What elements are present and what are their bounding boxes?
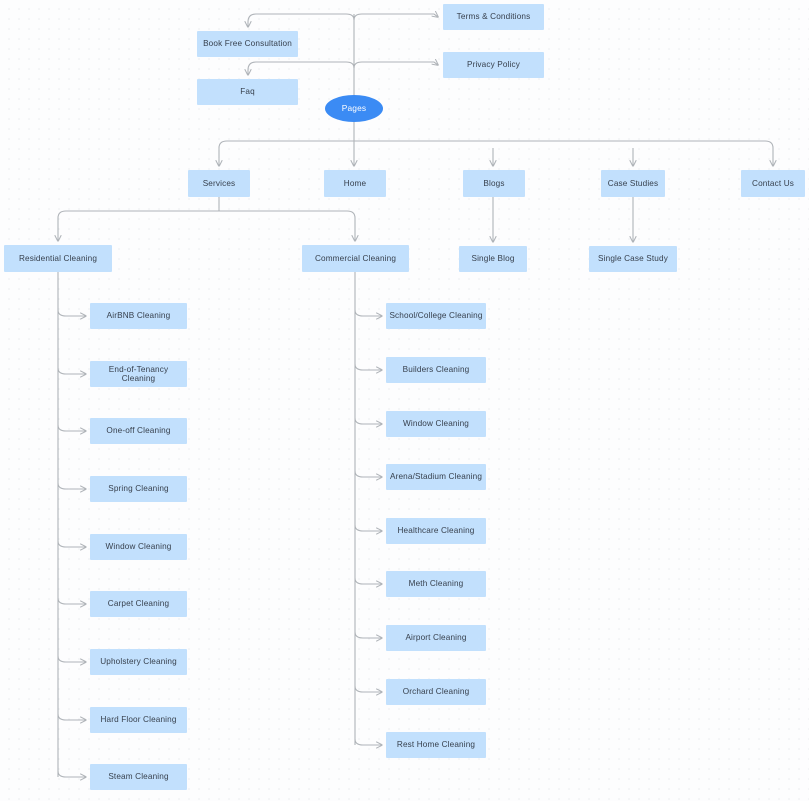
node-contact-us[interactable]: Contact Us (741, 170, 805, 197)
node-commercial-cleaning[interactable]: Commercial Cleaning (302, 245, 409, 272)
node-spring-cleaning[interactable]: Spring Cleaning (90, 476, 187, 502)
node-builders-cleaning[interactable]: Builders Cleaning (386, 357, 486, 383)
node-residential-cleaning[interactable]: Residential Cleaning (4, 245, 112, 272)
node-arena-stadium-cleaning[interactable]: Arena/Stadium Cleaning (386, 464, 486, 490)
node-window-cleaning[interactable]: Window Cleaning (386, 411, 486, 437)
node-meth-cleaning[interactable]: Meth Cleaning (386, 571, 486, 597)
node-one-off-cleaning[interactable]: One-off Cleaning (90, 418, 187, 444)
sitemap-canvas: Pages Terms & Conditions Privacy Policy … (0, 0, 809, 801)
node-steam-cleaning[interactable]: Steam Cleaning (90, 764, 187, 790)
node-airport-cleaning[interactable]: Airport Cleaning (386, 625, 486, 651)
node-end-of-tenancy-cleaning[interactable]: End-of-Tenancy Cleaning (90, 361, 187, 387)
node-single-blog[interactable]: Single Blog (459, 246, 527, 272)
node-privacy-policy[interactable]: Privacy Policy (443, 52, 544, 78)
node-home[interactable]: Home (324, 170, 386, 197)
node-hard-floor-cleaning[interactable]: Hard Floor Cleaning (90, 707, 187, 733)
node-school-college-cleaning[interactable]: School/College Cleaning (386, 303, 486, 329)
node-window-cleaning[interactable]: Window Cleaning (90, 534, 187, 560)
node-faq[interactable]: Faq (197, 79, 298, 105)
node-rest-home-cleaning[interactable]: Rest Home Cleaning (386, 732, 486, 758)
node-blogs[interactable]: Blogs (463, 170, 525, 197)
node-healthcare-cleaning[interactable]: Healthcare Cleaning (386, 518, 486, 544)
node-upholstery-cleaning[interactable]: Upholstery Cleaning (90, 649, 187, 675)
node-book-free-consultation[interactable]: Book Free Consultation (197, 31, 298, 57)
node-carpet-cleaning[interactable]: Carpet Cleaning (90, 591, 187, 617)
node-services[interactable]: Services (188, 170, 250, 197)
node-single-case-study[interactable]: Single Case Study (589, 246, 677, 272)
root-node-pages[interactable]: Pages (325, 95, 383, 122)
node-orchard-cleaning[interactable]: Orchard Cleaning (386, 679, 486, 705)
node-case-studies[interactable]: Case Studies (601, 170, 665, 197)
node-airbnb-cleaning[interactable]: AirBNB Cleaning (90, 303, 187, 329)
node-terms-and-conditions[interactable]: Terms & Conditions (443, 4, 544, 30)
